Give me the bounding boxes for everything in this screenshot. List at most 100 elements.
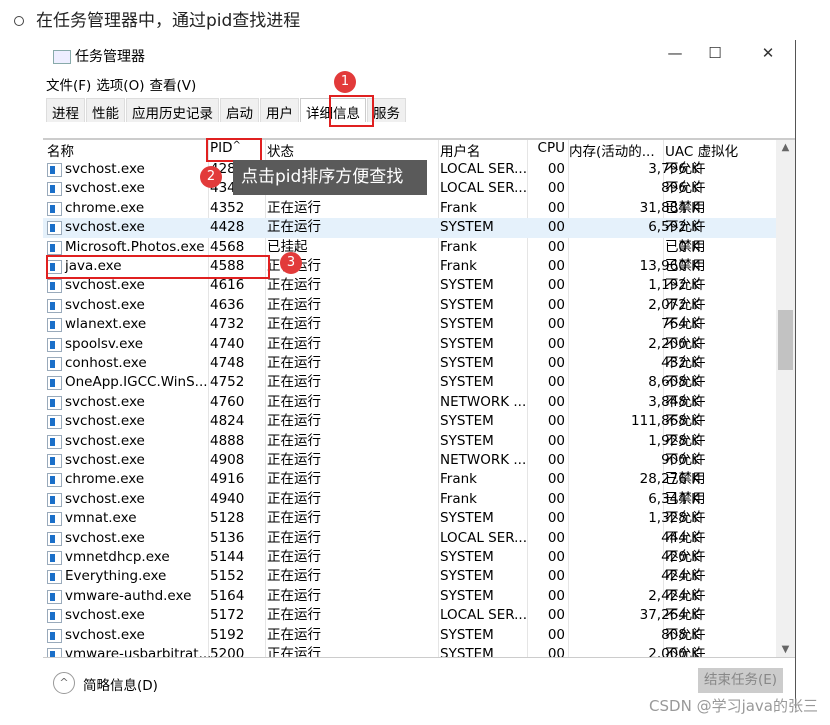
task-manager-icon (53, 50, 71, 64)
maximize-button[interactable]: ☐ (695, 44, 735, 62)
process-icon (47, 298, 62, 313)
cell-pid: 5128 (210, 510, 245, 527)
table-row[interactable]: svchost.exe 5192 正在运行 SYSTEM 00 808 K 不允许 (43, 626, 776, 645)
cell-cpu: 00 (547, 258, 565, 274)
cell-pid: 5144 (210, 549, 245, 565)
minimize-button[interactable]: — (655, 44, 695, 62)
cell-status: 正在运行 (267, 277, 321, 294)
cell-name: vmnat.exe (65, 510, 137, 527)
menu-file[interactable]: 文件(F) (46, 78, 91, 94)
col-memory[interactable]: 内存(活动的... (569, 140, 655, 160)
scroll-down-icon[interactable]: ▼ (776, 644, 795, 655)
process-icon (47, 589, 62, 604)
cell-pid: 4352 (210, 199, 245, 216)
col-status[interactable]: 状态 (267, 140, 294, 160)
col-name[interactable]: 名称 (47, 140, 74, 160)
cell-name: svchost.exe (65, 452, 145, 468)
cell-user: LOCAL SER... (440, 180, 528, 197)
cell-status: 正在运行 (267, 452, 321, 468)
step-badge-2: 2 (200, 166, 222, 188)
scroll-up-icon[interactable]: ▲ (776, 142, 795, 153)
tab-app-history[interactable]: 应用历史记录 (126, 98, 219, 122)
cell-name: OneApp.IGCC.WinS... (65, 374, 208, 391)
tab-users[interactable]: 用户 (260, 98, 299, 122)
table-row[interactable]: vmnetdhcp.exe 5144 正在运行 SYSTEM 00 420 K 不允许 (43, 548, 776, 567)
cell-name: svchost.exe (65, 219, 145, 236)
table-row[interactable]: svchost.exe 4636 正在运行 SYSTEM 00 2,072 K 不允许 (43, 296, 776, 315)
cell-name: wlanext.exe (65, 316, 147, 333)
table-row[interactable]: svchost.exe 4824 正在运行 SYSTEM 00 111,868 K 不允许 (43, 412, 776, 431)
cell-cpu: 00 (547, 471, 565, 488)
cell-pid: 4888 (210, 432, 245, 449)
highlight-java-row (46, 255, 270, 279)
table-row[interactable]: conhost.exe 4748 正在运行 SYSTEM 00 432 K 不允许 (43, 354, 776, 373)
col-user[interactable]: 用户名 (440, 140, 481, 160)
table-row[interactable]: wlanext.exe 4732 正在运行 SYSTEM 00 764 K 不允许 (43, 315, 776, 334)
cell-user: SYSTEM (440, 335, 494, 352)
collapse-icon[interactable]: ^ (53, 672, 75, 694)
cell-status: 正在运行 (267, 316, 321, 333)
highlight-details-tab (329, 95, 374, 127)
scrollbar-thumb[interactable] (778, 310, 793, 370)
cell-pid: 5192 (210, 626, 245, 643)
table-row[interactable]: vmware-authd.exe 5164 正在运行 SYSTEM 00 2,424 K不… (43, 587, 776, 606)
table-row[interactable]: Everything.exe 5152 正在运行 SYSTEM 00 424 K 不允许 (43, 567, 776, 586)
bullet-icon (14, 16, 24, 26)
tab-performance[interactable]: 性能 (86, 98, 125, 122)
cell-status: 正在运行 (267, 490, 321, 507)
cell-name: vmnetdhcp.exe (65, 549, 170, 565)
table-row[interactable]: svchost.exe 4908 正在运行 NETWORK ... 00 900 K 不允许 (43, 451, 776, 470)
table-row[interactable]: svchost.exe 4428 正在运行 SYSTEM 00 6,592 K 不允许 (43, 218, 776, 238)
cell-pid: 5200 (210, 646, 245, 657)
process-icon (47, 318, 62, 333)
process-icon (47, 473, 62, 488)
table-row[interactable]: vmnat.exe 5128 正在运行 SYSTEM 00 1,328 K 不允许 (43, 509, 776, 528)
table-row[interactable]: svchost.exe 4940 正在运行 Frank 00 6,344 K 已禁用 (43, 490, 776, 509)
table-row[interactable]: svchost.exe 4760 正在运行 NETWORK ... 00 3,848 K不… (43, 393, 776, 412)
cell-user: SYSTEM (440, 374, 494, 391)
tab-processes[interactable]: 进程 (46, 98, 85, 122)
process-icon (47, 415, 62, 430)
cell-user: SYSTEM (440, 413, 494, 430)
cell-pid: 4568 (210, 238, 245, 255)
menu-view[interactable]: 查看(V) (149, 78, 196, 94)
cell-name: chrome.exe (65, 471, 145, 488)
brief-info-button[interactable]: 简略信息(D) (83, 674, 158, 694)
cell-user: LOCAL SER... (440, 607, 528, 624)
table-row[interactable]: chrome.exe 4916 正在运行 Frank 00 28,276 K 已禁用 (43, 470, 776, 489)
table-row[interactable]: svchost.exe 4888 正在运行 SYSTEM 00 1,928 K 不允许 (43, 432, 776, 451)
cell-user: LOCAL SER... (440, 161, 528, 177)
cell-user: SYSTEM (440, 219, 494, 236)
tab-startup[interactable]: 启动 (220, 98, 259, 122)
cell-cpu: 00 (547, 180, 565, 197)
cell-user: LOCAL SER... (440, 529, 528, 546)
table-row[interactable]: OneApp.IGCC.WinS... 4752 正在运行 SYSTEM 00 8,608… (43, 373, 776, 392)
table-header: 名称 PID^ 状态 用户名 CPU 内存(活动的... UAC 虚拟化 (43, 140, 776, 160)
col-uac[interactable]: UAC 虚拟化 (665, 140, 738, 160)
cell-uac: 不允许 (665, 549, 706, 565)
vertical-scrollbar[interactable]: ▲ ▼ (776, 140, 795, 657)
end-task-button[interactable]: 结束任务(E) (698, 668, 783, 693)
table-row[interactable]: svchost.exe 5136 正在运行 LOCAL SER... 00 444 K 不允… (43, 529, 776, 548)
cell-user: SYSTEM (440, 646, 494, 657)
table-row[interactable]: vmware-usbarbitrat... 5200 正在运行 SYSTEM 00 2,0… (43, 645, 776, 657)
cell-status: 正在运行 (267, 626, 321, 643)
table-row[interactable]: chrome.exe 4352 正在运行 Frank 00 31,884 K 已禁用 (43, 199, 776, 218)
col-cpu[interactable]: CPU (533, 140, 565, 156)
cell-pid: 5136 (210, 529, 245, 546)
table-row[interactable]: spoolsv.exe 4740 正在运行 SYSTEM 00 2,200 K 不允许 (43, 335, 776, 354)
cell-uac: 不允许 (665, 529, 706, 546)
cell-cpu: 00 (547, 452, 565, 468)
cell-status: 正在运行 (267, 296, 321, 313)
table-row[interactable]: svchost.exe 4616 正在运行 SYSTEM 00 1,192 K 不允许 (43, 276, 776, 295)
cell-user: NETWORK ... (440, 452, 527, 468)
table-row[interactable]: svchost.exe 5172 正在运行 LOCAL SER... 00 37,264 … (43, 606, 776, 625)
process-icon (47, 279, 62, 294)
cell-pid: 5172 (210, 607, 245, 624)
close-button[interactable]: ✕ (748, 44, 788, 62)
cell-user: Frank (440, 238, 477, 255)
cell-user: SYSTEM (440, 296, 494, 313)
menu-options[interactable]: 选项(O) (96, 78, 144, 94)
cell-user: Frank (440, 490, 477, 507)
cell-uac: 已禁用 (665, 490, 706, 507)
